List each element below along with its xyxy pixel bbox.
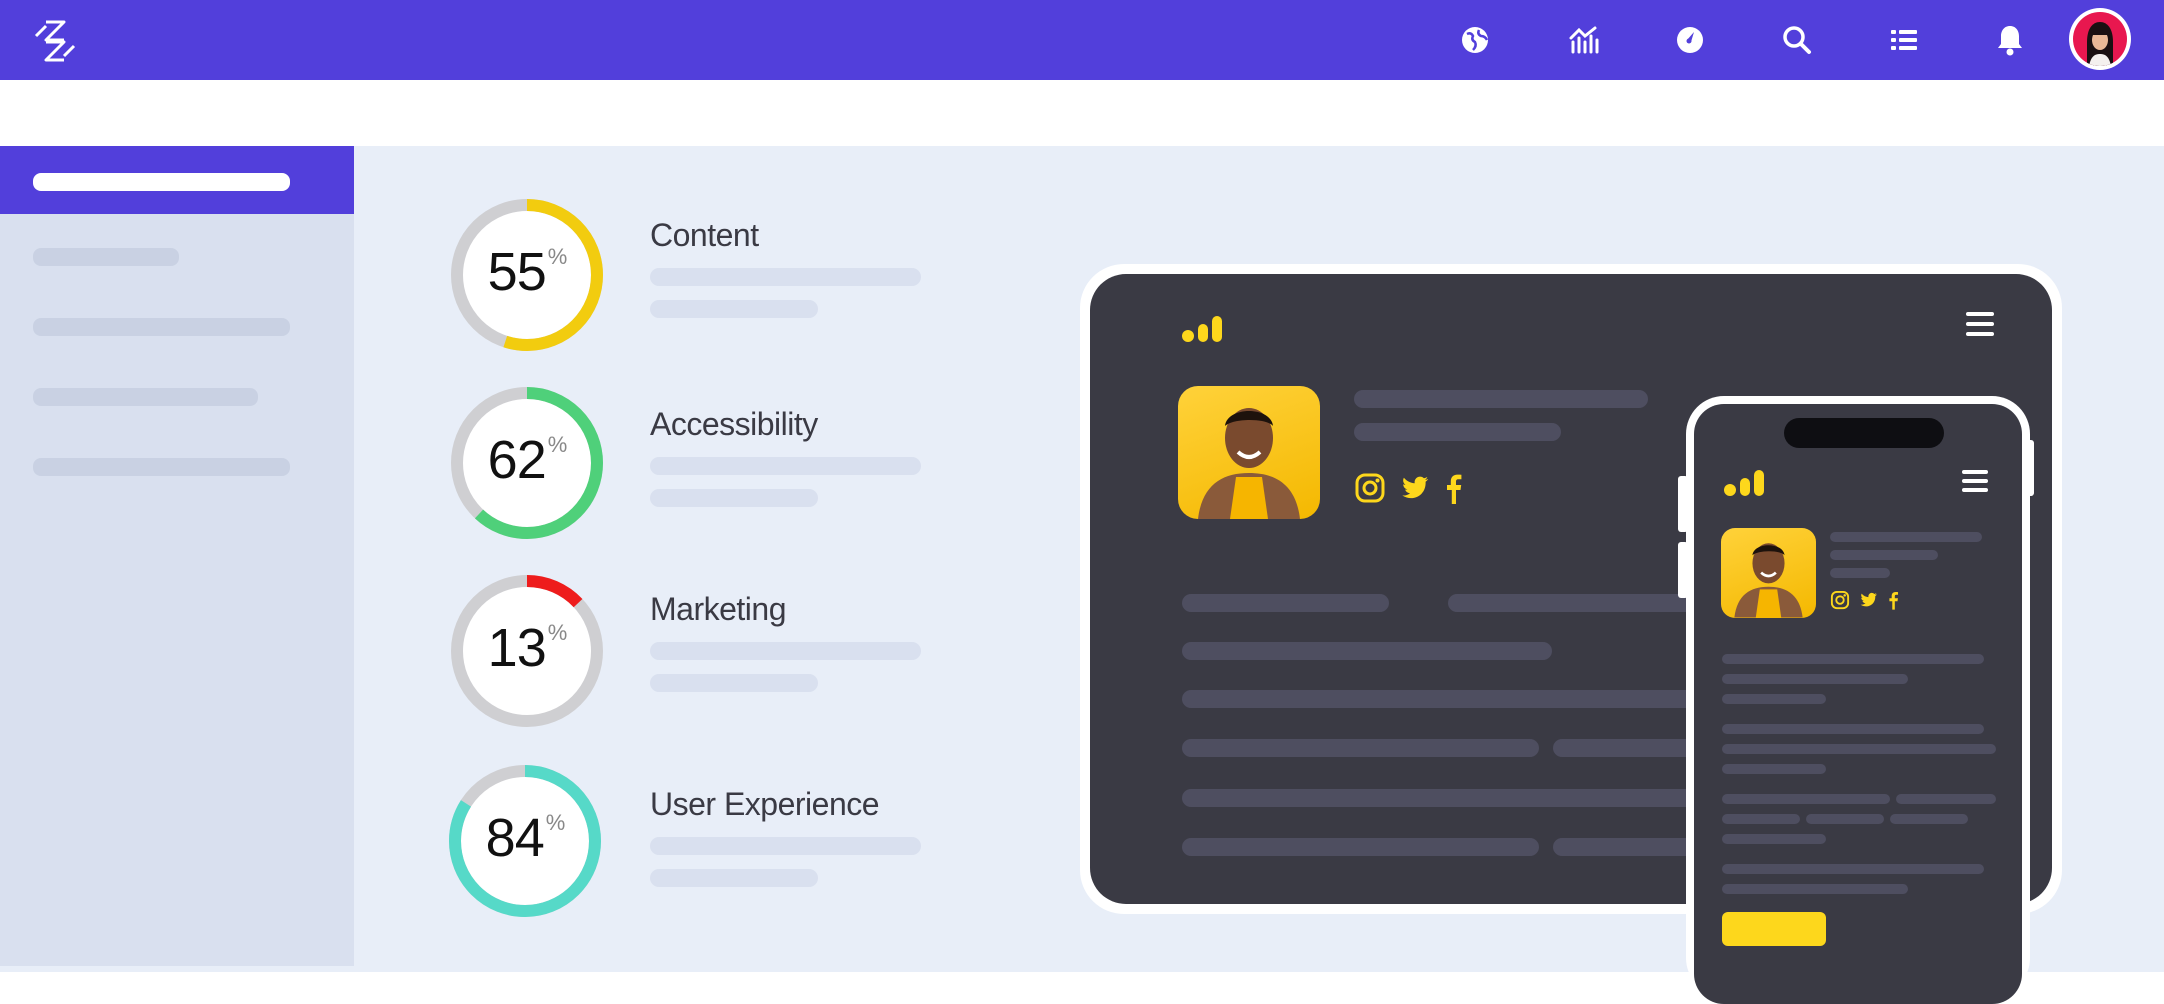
- metric-label: Marketing: [650, 591, 787, 627]
- chart-icon[interactable]: [1565, 22, 1601, 58]
- metric-label: Accessibility: [650, 406, 818, 442]
- score-gauge: 84%: [445, 761, 605, 921]
- text-placeholder: [1830, 550, 1938, 560]
- phone-side-button: [1678, 476, 1688, 532]
- text-placeholder: [650, 837, 921, 855]
- metric-label: Content: [650, 217, 759, 253]
- brand-logo-icon[interactable]: [32, 18, 78, 64]
- score-gauge: 62%: [447, 383, 607, 543]
- text-placeholder: [1722, 814, 1800, 824]
- score-value: 84%: [485, 808, 566, 868]
- text-placeholder: [650, 674, 818, 692]
- score-value: 55%: [487, 242, 568, 302]
- phone-side-button: [1678, 542, 1688, 598]
- text-placeholder: [1182, 594, 1389, 612]
- twitter-icon[interactable]: [1398, 476, 1434, 508]
- phone-screen: [1694, 404, 2022, 1004]
- text-placeholder: [1448, 594, 1708, 612]
- text-placeholder: [1830, 532, 1982, 542]
- text-placeholder: [1722, 724, 1984, 734]
- text-placeholder: [1722, 674, 1908, 684]
- facebook-icon[interactable]: [1443, 474, 1463, 508]
- text-placeholder: [1182, 789, 1702, 807]
- text-placeholder: [1354, 423, 1561, 441]
- text-placeholder: [1722, 654, 1984, 664]
- sidebar-item[interactable]: [33, 458, 290, 476]
- sidebar-item-active[interactable]: [0, 146, 354, 214]
- text-placeholder: [1890, 814, 1968, 824]
- score-value: 13%: [487, 618, 568, 678]
- user-avatar[interactable]: [2069, 8, 2131, 70]
- text-placeholder: [1722, 694, 1826, 704]
- text-placeholder: [650, 489, 818, 507]
- score-gauge: 13%: [447, 571, 607, 731]
- text-placeholder: [1722, 884, 1908, 894]
- text-placeholder: [1830, 568, 1890, 578]
- globe-icon[interactable]: [1457, 22, 1493, 58]
- text-placeholder: [1722, 764, 1826, 774]
- bell-icon[interactable]: [1992, 22, 2028, 58]
- hamburger-menu-icon[interactable]: [1962, 468, 1990, 499]
- compass-icon[interactable]: [1672, 22, 1708, 58]
- text-placeholder: [650, 457, 921, 475]
- text-placeholder: [650, 300, 818, 318]
- text-placeholder: [1182, 739, 1539, 757]
- list-icon[interactable]: [1886, 22, 1922, 58]
- text-placeholder: [1182, 690, 1702, 708]
- score-value: 62%: [487, 430, 568, 490]
- metric-label: User Experience: [650, 786, 880, 822]
- social-links: [1354, 472, 1463, 509]
- facebook-icon[interactable]: [1887, 591, 1899, 614]
- social-links: [1830, 590, 1899, 615]
- text-placeholder: [1722, 794, 1890, 804]
- sidebar: [0, 146, 354, 966]
- phone-preview: [1678, 396, 2034, 1004]
- text-placeholder: [1722, 834, 1826, 844]
- instagram-icon[interactable]: [1830, 590, 1854, 614]
- phone-side-button: [2024, 440, 2034, 496]
- avatar-photo: [2073, 12, 2127, 66]
- twitter-icon[interactable]: [1858, 592, 1882, 614]
- text-placeholder: [650, 642, 921, 660]
- call-to-action-button[interactable]: [1722, 912, 1826, 946]
- sidebar-item-placeholder: [33, 173, 290, 191]
- text-placeholder: [1722, 744, 1996, 754]
- text-placeholder: [1722, 864, 1984, 874]
- signal-logo-icon: [1182, 314, 1228, 347]
- text-placeholder: [1182, 642, 1552, 660]
- sidebar-item[interactable]: [33, 388, 258, 406]
- text-placeholder: [650, 869, 818, 887]
- search-icon[interactable]: [1779, 22, 1815, 58]
- signal-logo-icon: [1724, 468, 1770, 501]
- profile-photo: [1721, 528, 1816, 618]
- phone-notch: [1784, 418, 1944, 448]
- text-placeholder: [650, 268, 921, 286]
- text-placeholder: [1806, 814, 1884, 824]
- hamburger-menu-icon[interactable]: [1966, 310, 1996, 343]
- text-placeholder: [1182, 838, 1539, 856]
- text-placeholder: [1354, 390, 1648, 408]
- sidebar-item[interactable]: [33, 248, 179, 266]
- score-gauge: 55%: [447, 195, 607, 355]
- text-placeholder: [1896, 794, 1996, 804]
- top-navigation-bar: [0, 0, 2164, 80]
- profile-photo: [1178, 386, 1320, 519]
- instagram-icon[interactable]: [1354, 473, 1390, 508]
- sidebar-item[interactable]: [33, 318, 290, 336]
